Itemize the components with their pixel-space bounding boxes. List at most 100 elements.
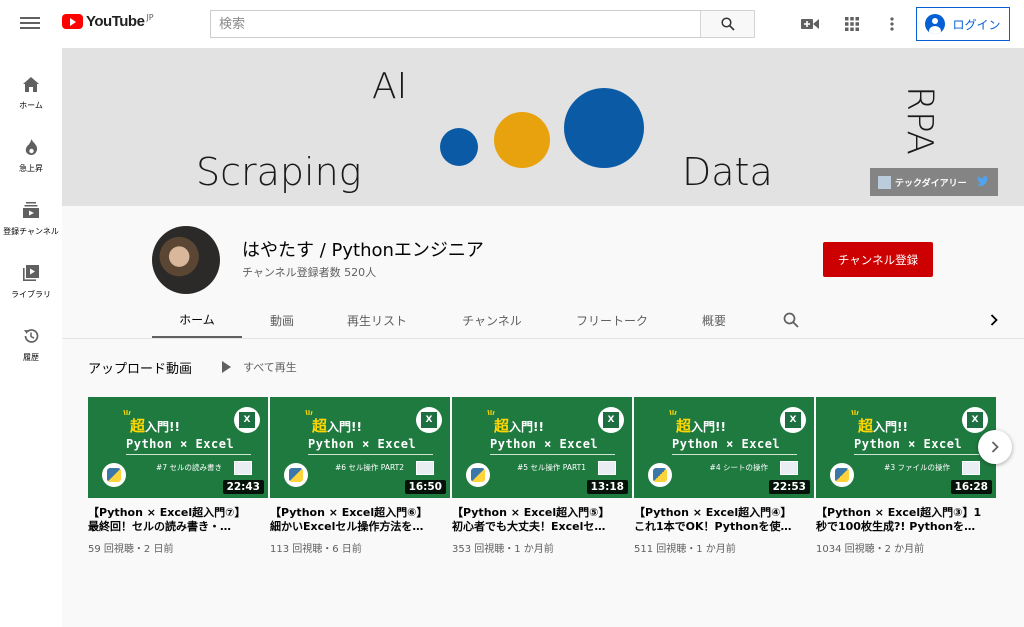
search-bar xyxy=(210,10,755,38)
banner-circle-large xyxy=(564,88,644,168)
python-icon xyxy=(102,463,126,487)
video-thumbnail[interactable]: 超入門!! Python × Excel X #4 シートの操作 22:53 xyxy=(634,397,814,498)
shelf-next-button[interactable] xyxy=(978,430,1012,464)
thumb-subheading: Python × Excel xyxy=(126,437,235,451)
video-duration: 16:50 xyxy=(404,480,446,494)
video-card[interactable]: 超入門!! Python × Excel X #5 セル操作 PART1 13:… xyxy=(452,397,632,555)
thumb-subheading: Python × Excel xyxy=(308,437,417,451)
video-title[interactable]: 【Python × Excel超入門⑤】 初心者でも大丈夫！Excelセ… xyxy=(452,506,630,534)
thumb-heading: 超入門!! xyxy=(858,417,908,435)
login-label: ログイン xyxy=(952,17,1001,32)
video-duration: 22:53 xyxy=(768,480,810,494)
video-meta: 1034 回視聴・2 か月前 xyxy=(816,544,925,555)
banner-link-favicon xyxy=(878,175,891,189)
menu-icon[interactable] xyxy=(20,14,40,34)
video-title[interactable]: 【Python × Excel超入門⑥】 細かいExcelセル操作方法を… xyxy=(270,506,448,534)
logo-region: JP xyxy=(146,13,154,22)
thumb-face-image xyxy=(962,461,980,475)
sidebar-item-history[interactable]: 履歴 xyxy=(0,308,62,364)
banner-word-ai: AI xyxy=(372,66,408,107)
twitter-icon xyxy=(976,176,988,186)
flame-icon xyxy=(21,137,41,157)
thumb-heading: 超入門!! xyxy=(130,417,180,435)
thumb-face-image xyxy=(416,461,434,475)
video-card[interactable]: 超入門!! Python × Excel X #7 セルの読み書き 22:43 … xyxy=(88,397,268,555)
video-thumbnail[interactable]: 超入門!! Python × Excel X #6 セル操作 PART2 16:… xyxy=(270,397,450,498)
youtube-logo-icon xyxy=(62,14,83,29)
video-duration: 16:28 xyxy=(950,480,992,494)
sidebar: ホーム 急上昇 登録チャンネル ライブラリ 履歴 xyxy=(0,48,62,627)
banner-circle-medium xyxy=(494,112,550,168)
tabs-scroll-right-icon[interactable] xyxy=(986,312,1002,328)
excel-icon: X xyxy=(416,407,442,433)
video-title[interactable]: 【Python × Excel超入門⑦】 最終回！セルの読み書き・… xyxy=(88,506,266,534)
video-card[interactable]: 超入門!! Python × Excel X #3 ファイルの操作 16:28 … xyxy=(816,397,996,555)
thumb-heading: 超入門!! xyxy=(312,417,362,435)
sidebar-item-subscriptions[interactable]: 登録チャンネル xyxy=(0,182,62,238)
sidebar-item-home[interactable]: ホーム xyxy=(0,56,62,112)
thumb-face-image xyxy=(780,461,798,475)
thumb-episode: #7 セルの読み書き xyxy=(156,463,222,472)
video-thumbnail[interactable]: 超入門!! Python × Excel X #3 ファイルの操作 16:28 xyxy=(816,397,996,498)
python-icon xyxy=(284,463,308,487)
thumb-face-image xyxy=(234,461,252,475)
thumb-episode: #5 セル操作 PART1 xyxy=(516,463,586,472)
thumb-face-image xyxy=(598,461,616,475)
sidebar-item-library[interactable]: ライブラリ xyxy=(0,245,62,301)
logo-text: YouTube xyxy=(86,13,145,30)
youtube-logo[interactable]: YouTube JP xyxy=(62,13,154,30)
video-card[interactable]: 超入門!! Python × Excel X #6 セル操作 PART2 16:… xyxy=(270,397,450,555)
thumb-subheading: Python × Excel xyxy=(672,437,781,451)
channel-name: はやたす / Pythonエンジニア xyxy=(242,240,484,261)
video-title[interactable]: 【Python × Excel超入門④】 これ1本でOK！Pythonを使… xyxy=(634,506,812,534)
thumb-subheading: Python × Excel xyxy=(490,437,599,451)
excel-icon: X xyxy=(234,407,260,433)
channel-header: はやたす / Pythonエンジニア チャンネル登録者数 520人 チャンネル登… xyxy=(62,206,1024,338)
video-title[interactable]: 【Python × Excel超入門③】1 秒で100枚生成?! Pythonを… xyxy=(816,506,994,534)
channel-tabs: ホーム 動画 再生リスト チャンネル フリートーク 概要 xyxy=(62,302,1024,338)
more-options-icon[interactable] xyxy=(882,14,902,34)
python-icon xyxy=(648,463,672,487)
create-video-icon[interactable] xyxy=(800,14,820,34)
channel-banner: AI Scraping Data RPA テックダイアリー xyxy=(62,48,1024,206)
banner-word-rpa: RPA xyxy=(899,86,940,156)
channel-avatar[interactable] xyxy=(152,226,220,294)
thumb-episode: #3 ファイルの操作 xyxy=(884,463,950,472)
tab-free-talk[interactable]: フリートーク xyxy=(562,302,662,338)
sidebar-label: ライブラリ xyxy=(11,290,51,299)
thumb-divider xyxy=(490,454,615,455)
tab-videos[interactable]: 動画 xyxy=(252,302,312,338)
uploads-shelf: アップロード動画 すべて再生 超入門!! Python × Excel X #7… xyxy=(62,338,1024,627)
tab-home[interactable]: ホーム xyxy=(152,302,242,338)
banner-link-tech-diary[interactable]: テックダイアリー xyxy=(870,168,998,196)
thumb-episode: #6 セル操作 PART2 xyxy=(334,463,404,472)
video-duration: 22:43 xyxy=(222,480,264,494)
video-thumbnail[interactable]: 超入門!! Python × Excel X #5 セル操作 PART1 13:… xyxy=(452,397,632,498)
thumb-episode: #4 シートの操作 xyxy=(709,463,768,472)
thumb-divider xyxy=(672,454,797,455)
history-icon xyxy=(21,326,41,346)
banner-circle-small xyxy=(440,128,478,166)
apps-grid-icon[interactable] xyxy=(842,14,862,34)
sidebar-label: 登録チャンネル xyxy=(3,227,59,236)
thumb-subheading: Python × Excel xyxy=(854,437,963,451)
login-button[interactable]: ログイン xyxy=(916,7,1010,41)
play-all-button[interactable]: すべて再生 xyxy=(222,359,297,375)
search-button[interactable] xyxy=(700,10,755,38)
subscribe-button[interactable]: チャンネル登録 xyxy=(823,242,933,277)
library-icon xyxy=(21,263,41,283)
tab-channels[interactable]: チャンネル xyxy=(447,302,537,338)
subscriber-count: チャンネル登録者数 520人 xyxy=(242,266,377,279)
sidebar-label: 急上昇 xyxy=(19,164,43,173)
video-thumbnail[interactable]: 超入門!! Python × Excel X #7 セルの読み書き 22:43 xyxy=(88,397,268,498)
search-input[interactable] xyxy=(210,10,700,38)
channel-search-button[interactable] xyxy=(774,302,808,338)
tab-about[interactable]: 概要 xyxy=(684,302,744,338)
thumb-heading: 超入門!! xyxy=(494,417,544,435)
thumb-heading: 超入門!! xyxy=(676,417,726,435)
home-icon xyxy=(21,74,41,94)
tab-playlists[interactable]: 再生リスト xyxy=(332,302,422,338)
video-card[interactable]: 超入門!! Python × Excel X #4 シートの操作 22:53 【… xyxy=(634,397,814,555)
python-icon xyxy=(466,463,490,487)
sidebar-item-trending[interactable]: 急上昇 xyxy=(0,119,62,175)
